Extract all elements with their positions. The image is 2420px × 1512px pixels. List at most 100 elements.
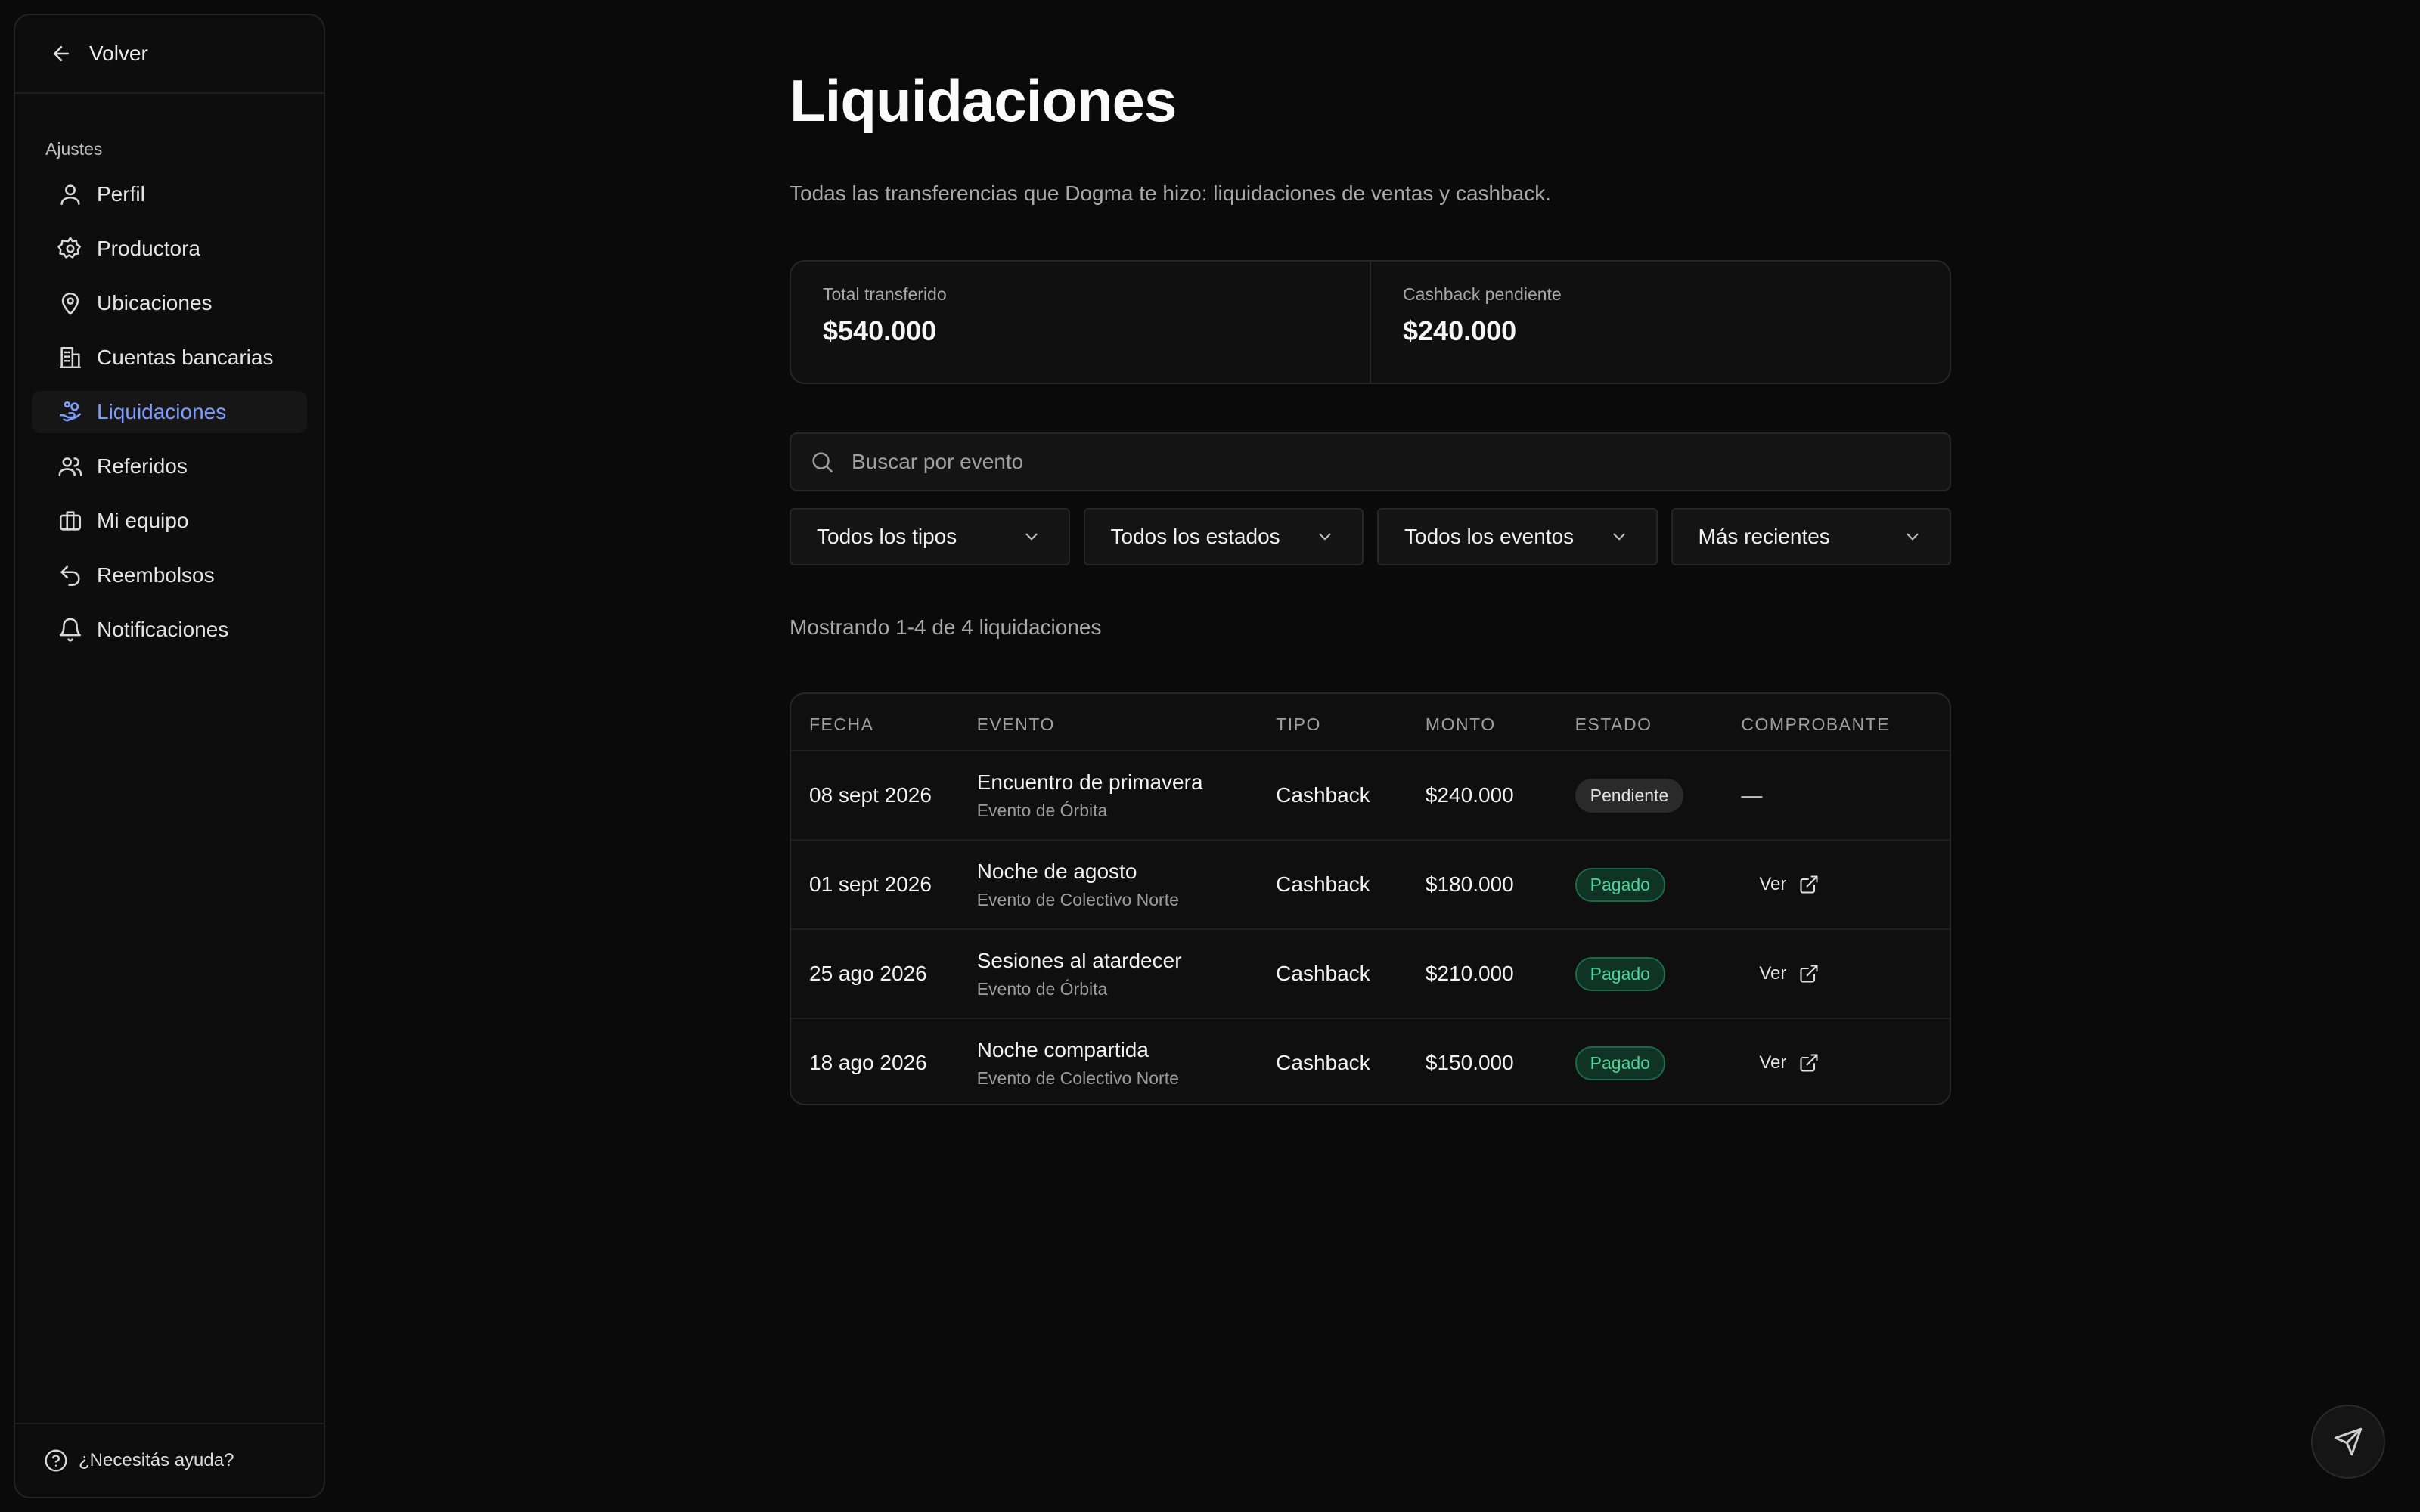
settlements-table: Fecha Evento Tipo Monto Estado Comproban…: [790, 692, 1951, 1105]
row-event: Noche de agosto Evento de Colectivo Nort…: [977, 860, 1276, 910]
event-organizer: Evento de Colectivo Norte: [976, 889, 1179, 909]
row-event: Encuentro de primavera Evento de Órbita: [977, 770, 1276, 821]
help-link[interactable]: ¿Necesitás ayuda?: [15, 1423, 324, 1497]
stat-value: $240.000: [1403, 315, 1517, 346]
sort-select[interactable]: Más recientes: [1671, 508, 1951, 565]
event-filter-select[interactable]: Todos los eventos: [1377, 508, 1658, 565]
row-status: Pagado: [1575, 1046, 1742, 1080]
sidebar-item-label: Referidos: [97, 454, 188, 478]
help-circle-icon: [45, 1449, 67, 1472]
stat-cashback-pending: Cashback pendiente $240.000: [1370, 262, 1950, 383]
undo-icon: [60, 565, 80, 587]
send-feedback-button[interactable]: [2311, 1405, 2385, 1479]
external-link-icon: [1800, 875, 1818, 894]
sidebar-item-notificaciones[interactable]: Notificaciones: [32, 609, 307, 651]
sidebar-item-ubicaciones[interactable]: Ubicaciones: [32, 282, 307, 324]
receipt-empty: —: [1741, 783, 1763, 807]
row-type: Cashback: [1276, 783, 1370, 807]
table-row: 01 sept 2026 Noche de agosto Evento de C…: [791, 839, 1950, 928]
type-filter-select[interactable]: Todos los tipos: [790, 508, 1070, 565]
chevron-down-icon: [1025, 533, 1038, 541]
view-receipt-link[interactable]: Ver: [1759, 963, 1820, 984]
briefcase-icon: [59, 511, 82, 531]
sidebar-item-referidos[interactable]: Referidos: [32, 445, 307, 488]
column-header-receipt: Comprobante: [1741, 714, 1891, 734]
row-receipt: Ver: [1741, 874, 1950, 895]
event-name: Noche compartida: [976, 1037, 1149, 1061]
sidebar-nav: Perfil Productora Ubicaciones Cuentas ba…: [15, 160, 324, 651]
row-amount: $210.000: [1425, 962, 1514, 985]
view-receipt-link[interactable]: Ver: [1759, 874, 1820, 895]
bell-icon: [59, 618, 82, 642]
filters-row: Todos los tipos Todos los estados Todos …: [790, 508, 1951, 565]
row-receipt: Ver: [1741, 1052, 1950, 1074]
send-icon: [2334, 1427, 2363, 1456]
event-name: Encuentro de primavera: [976, 770, 1203, 794]
row-receipt: Ver: [1741, 963, 1950, 984]
arrow-left-icon: [54, 46, 69, 61]
sidebar-item-productora[interactable]: Productora: [32, 228, 307, 270]
column-header-date: Fecha: [809, 714, 874, 734]
status-badge: Pagado: [1575, 956, 1665, 991]
view-receipt-label: Ver: [1759, 874, 1787, 894]
row-event: Sesiones al atardecer Evento de Órbita: [977, 949, 1276, 999]
sidebar-item-mi-equipo[interactable]: Mi equipo: [32, 500, 307, 542]
sidebar-item-label: Cuentas bancarias: [97, 345, 274, 369]
select-value: Más recientes: [1698, 525, 1830, 548]
chevron-down-icon: [1319, 533, 1331, 541]
event-organizer: Evento de Colectivo Norte: [976, 1067, 1179, 1088]
sidebar-item-perfil[interactable]: Perfil: [32, 173, 307, 215]
back-label: Volver: [89, 42, 148, 65]
event-name: Sesiones al atardecer: [976, 948, 1182, 972]
table-row: 25 ago 2026 Sesiones al atardecer Evento…: [791, 928, 1950, 1018]
row-amount: $180.000: [1425, 872, 1514, 896]
hand-coins-icon: [59, 401, 82, 422]
view-receipt-label: Ver: [1759, 963, 1787, 984]
sidebar-item-label: Ubicaciones: [97, 291, 213, 314]
column-header-status: Estado: [1575, 714, 1652, 734]
users-icon: [58, 457, 82, 476]
table-row: 18 ago 2026 Noche compartida Evento de C…: [791, 1018, 1950, 1104]
stat-total-transferred: Total transferido $540.000: [791, 262, 1370, 383]
event-organizer: Evento de Órbita: [976, 978, 1108, 999]
row-type: Cashback: [1276, 1051, 1370, 1074]
stat-label: Cashback pendiente: [1403, 284, 1562, 304]
event-name: Noche de agosto: [976, 859, 1137, 883]
table-row: 08 sept 2026 Encuentro de primavera Even…: [791, 750, 1950, 839]
sidebar-item-label: Notificaciones: [97, 618, 229, 641]
column-header-amount: Monto: [1425, 714, 1496, 734]
status-badge: Pagado: [1575, 867, 1665, 902]
search-icon: [812, 452, 833, 473]
bank-icon: [59, 346, 82, 369]
stats-card: Total transferido $540.000 Cashback pend…: [790, 260, 1951, 384]
row-receipt: —: [1741, 783, 1950, 807]
search-input[interactable]: [852, 450, 1910, 474]
status-badge: Pagado: [1575, 1046, 1665, 1080]
back-button[interactable]: Volver: [15, 15, 324, 94]
page-subtitle: Todas las transferencias que Dogma te hi…: [790, 181, 1552, 205]
sidebar-item-cuentas-bancarias[interactable]: Cuentas bancarias: [32, 336, 307, 379]
column-header-type: Tipo: [1276, 714, 1321, 734]
sidebar-item-label: Liquidaciones: [97, 400, 227, 423]
sidebar-item-label: Perfil: [97, 182, 145, 206]
row-date: 25 ago 2026: [809, 962, 927, 985]
row-status: Pendiente: [1575, 778, 1742, 813]
sidebar-section-label: Ajustes: [45, 139, 103, 159]
row-event: Noche compartida Evento de Colectivo Nor…: [977, 1038, 1276, 1089]
status-badge: Pendiente: [1575, 778, 1684, 813]
user-icon: [60, 184, 80, 206]
sidebar-item-label: Productora: [97, 237, 200, 260]
row-date: 01 sept 2026: [809, 872, 932, 896]
status-filter-select[interactable]: Todos los estados: [1083, 508, 1364, 565]
row-type: Cashback: [1276, 962, 1370, 985]
results-count: Mostrando 1-4 de 4 liquidaciones: [790, 615, 1102, 639]
search-box: [790, 432, 1951, 491]
select-value: Todos los tipos: [817, 525, 957, 548]
row-date: 18 ago 2026: [809, 1051, 927, 1074]
sidebar-item-liquidaciones[interactable]: Liquidaciones: [32, 391, 307, 433]
view-receipt-link[interactable]: Ver: [1759, 1052, 1820, 1074]
sidebar-item-reembolsos[interactable]: Reembolsos: [32, 554, 307, 596]
row-amount: $150.000: [1425, 1051, 1514, 1074]
row-type: Cashback: [1276, 872, 1370, 896]
sidebar-item-label: Reembolsos: [97, 563, 215, 587]
